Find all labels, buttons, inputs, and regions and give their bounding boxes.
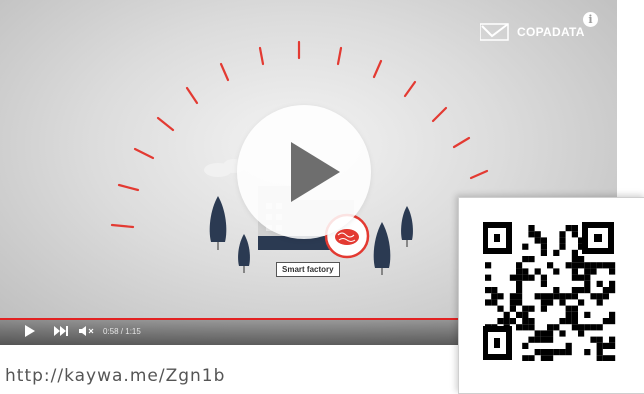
next-icon[interactable] <box>54 325 68 337</box>
time-display: 0:58 / 1:15 <box>103 327 141 336</box>
copadata-logo-icon <box>480 23 509 41</box>
info-icon[interactable]: i <box>583 12 598 27</box>
play-icon <box>291 142 340 202</box>
play-button[interactable] <box>237 105 371 239</box>
brand-logo: COPADATA <box>480 22 585 42</box>
volume-icon[interactable] <box>79 325 95 337</box>
play-small-icon[interactable] <box>24 325 36 337</box>
scene-label: Smart factory <box>276 262 340 277</box>
qr-code <box>483 222 616 361</box>
short-url[interactable]: http://kaywa.me/Zgn1b <box>5 366 225 386</box>
qr-code-card <box>458 197 644 394</box>
brand-name: COPADATA <box>517 25 585 39</box>
progress-fill <box>0 318 476 320</box>
